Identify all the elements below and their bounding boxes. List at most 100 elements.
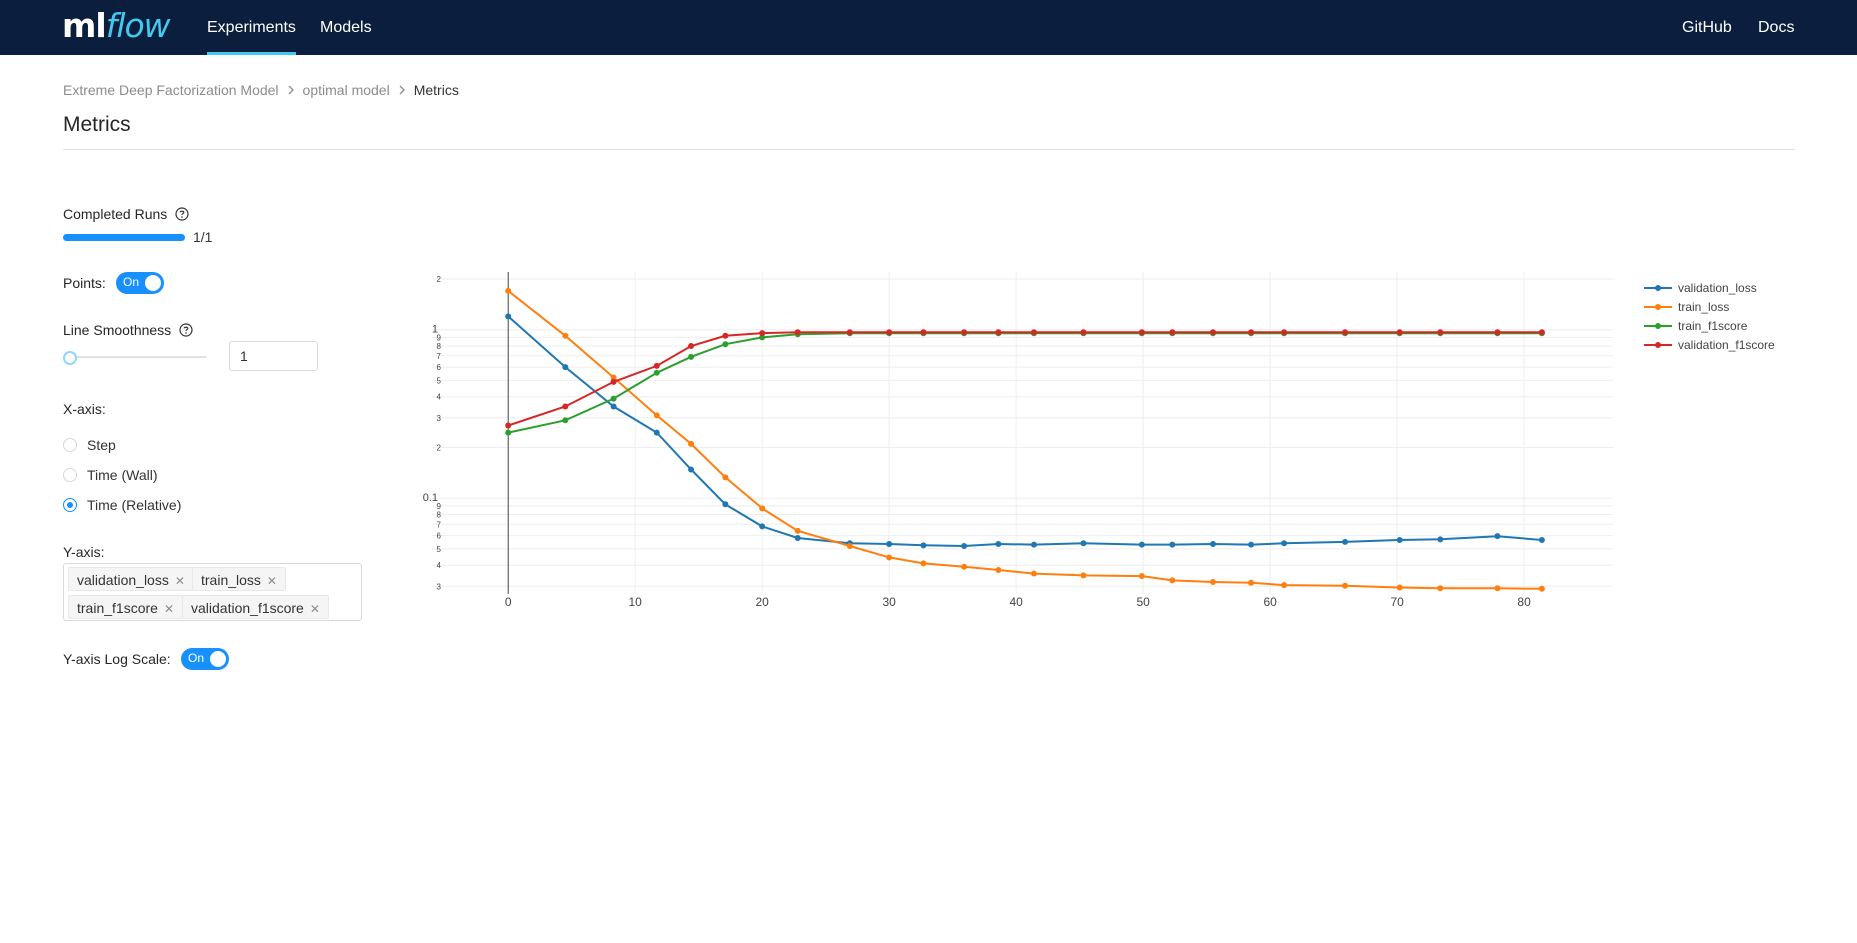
data-point-validation_loss — [1209, 540, 1216, 547]
data-point-validation_f1score — [794, 329, 801, 336]
data-point-train_loss — [1138, 573, 1145, 580]
data-point-validation_f1score — [610, 378, 617, 385]
metrics-chart[interactable]: 21987654320.198765430 10 20 30 40 50 60 70 80 va… — [0, 0, 1857, 943]
legend-swatch-marker — [1655, 285, 1661, 291]
data-point-validation_f1score — [1080, 329, 1087, 336]
legend-swatch-marker — [1655, 342, 1661, 348]
data-point-train_loss — [1538, 585, 1545, 592]
x-tick-label: 0 — [505, 595, 512, 609]
data-point-validation_loss — [759, 523, 766, 530]
data-point-train_loss — [759, 505, 766, 512]
data-point-validation_f1score — [688, 343, 695, 350]
data-point-validation_f1score — [920, 329, 927, 336]
data-point-train_loss — [562, 332, 569, 339]
data-point-validation_loss — [1396, 536, 1403, 543]
data-point-validation_loss — [1248, 541, 1255, 548]
data-point-train_loss — [1209, 579, 1216, 586]
data-point-train_loss — [505, 287, 512, 294]
data-point-train_f1score — [653, 369, 660, 376]
axis-layer: 21987654320.198765430 10 20 30 40 50 60 70 80 — [423, 272, 1531, 609]
y-tick-label: 7 — [437, 520, 442, 529]
x-tick-label: 60 — [1263, 595, 1277, 609]
y-tick-label: 2 — [437, 443, 442, 452]
data-point-validation_f1score — [1342, 329, 1349, 336]
data-point-train_loss — [1281, 582, 1288, 589]
x-tick-label: 40 — [1009, 595, 1023, 609]
data-point-validation_loss — [1538, 536, 1545, 543]
data-point-validation_f1score — [1030, 329, 1037, 336]
data-point-train_loss — [886, 554, 893, 561]
y-tick-label: 8 — [437, 342, 442, 351]
data-point-validation_loss — [995, 540, 1002, 547]
data-point-validation_f1score — [1538, 329, 1545, 336]
data-point-validation_f1score — [886, 329, 893, 336]
data-point-train_loss — [688, 440, 695, 447]
data-point-validation_loss — [1169, 541, 1176, 548]
data-point-train_loss — [1396, 584, 1403, 591]
data-point-train_loss — [920, 560, 927, 567]
y-tick-label: 6 — [437, 532, 442, 541]
legend-label[interactable]: train_f1score — [1678, 319, 1748, 333]
x-tick-label: 80 — [1517, 595, 1531, 609]
data-point-validation_loss — [1080, 540, 1087, 547]
y-tick-label: 8 — [437, 511, 442, 520]
data-point-validation_loss — [688, 466, 695, 473]
data-point-validation_loss — [653, 429, 660, 436]
data-point-train_loss — [794, 527, 801, 534]
data-point-validation_f1score — [1437, 329, 1444, 336]
data-point-validation_loss — [1281, 540, 1288, 547]
legend-label[interactable]: validation_f1score — [1678, 338, 1775, 352]
data-point-train_loss — [1494, 585, 1501, 592]
data-point-validation_f1score — [759, 330, 766, 337]
y-tick-label: 3 — [437, 582, 442, 591]
x-tick-label: 30 — [882, 595, 896, 609]
data-point-validation_loss — [505, 313, 512, 320]
data-point-validation_loss — [722, 501, 729, 508]
data-point-train_loss — [1342, 582, 1349, 589]
data-point-validation_loss — [1342, 538, 1349, 545]
data-point-validation_loss — [1030, 541, 1037, 548]
data-point-train_loss — [846, 543, 853, 550]
y-tick-label: 4 — [437, 561, 442, 570]
data-point-validation_f1score — [562, 403, 569, 410]
legend-label[interactable]: validation_loss — [1678, 281, 1757, 295]
series-layer — [505, 287, 1545, 592]
data-point-train_loss — [1437, 585, 1444, 592]
legend-swatch-marker — [1655, 304, 1661, 310]
data-point-validation_loss — [794, 535, 801, 542]
data-point-train_f1score — [562, 417, 569, 424]
data-point-train_f1score — [505, 429, 512, 436]
x-tick-label: 70 — [1390, 595, 1404, 609]
y-tick-label: 7 — [437, 352, 442, 361]
y-tick-label: 5 — [437, 545, 442, 554]
legend-label[interactable]: train_loss — [1678, 300, 1729, 314]
data-point-validation_loss — [920, 542, 927, 549]
data-point-validation_loss — [610, 403, 617, 410]
data-point-validation_f1score — [1396, 329, 1403, 336]
x-tick-label: 50 — [1136, 595, 1150, 609]
data-point-validation_f1score — [1494, 329, 1501, 336]
legend[interactable]: validation_loss train_loss train_f1scoreva… — [1644, 281, 1775, 352]
data-point-validation_f1score — [505, 422, 512, 429]
data-point-train_loss — [1030, 570, 1037, 577]
grid-layer — [432, 272, 1613, 594]
series-line-validation_loss — [507, 315, 1542, 548]
y-tick-label: 3 — [437, 414, 442, 423]
data-point-train_loss — [653, 412, 660, 419]
data-point-validation_f1score — [846, 329, 853, 336]
data-point-validation_f1score — [722, 332, 729, 339]
data-point-train_f1score — [722, 341, 729, 348]
data-point-train_loss — [1169, 577, 1176, 584]
x-tick-label: 20 — [755, 595, 769, 609]
data-point-validation_f1score — [995, 329, 1002, 336]
data-point-validation_loss — [1437, 536, 1444, 543]
data-point-train_loss — [1080, 572, 1087, 579]
data-point-validation_f1score — [1281, 329, 1288, 336]
data-point-train_loss — [995, 566, 1002, 573]
data-point-validation_loss — [961, 543, 968, 550]
data-point-validation_f1score — [653, 362, 660, 369]
data-point-train_loss — [722, 474, 729, 481]
data-point-validation_f1score — [1169, 329, 1176, 336]
y-tick-label: 2 — [437, 275, 442, 284]
data-point-validation_f1score — [1209, 329, 1216, 336]
